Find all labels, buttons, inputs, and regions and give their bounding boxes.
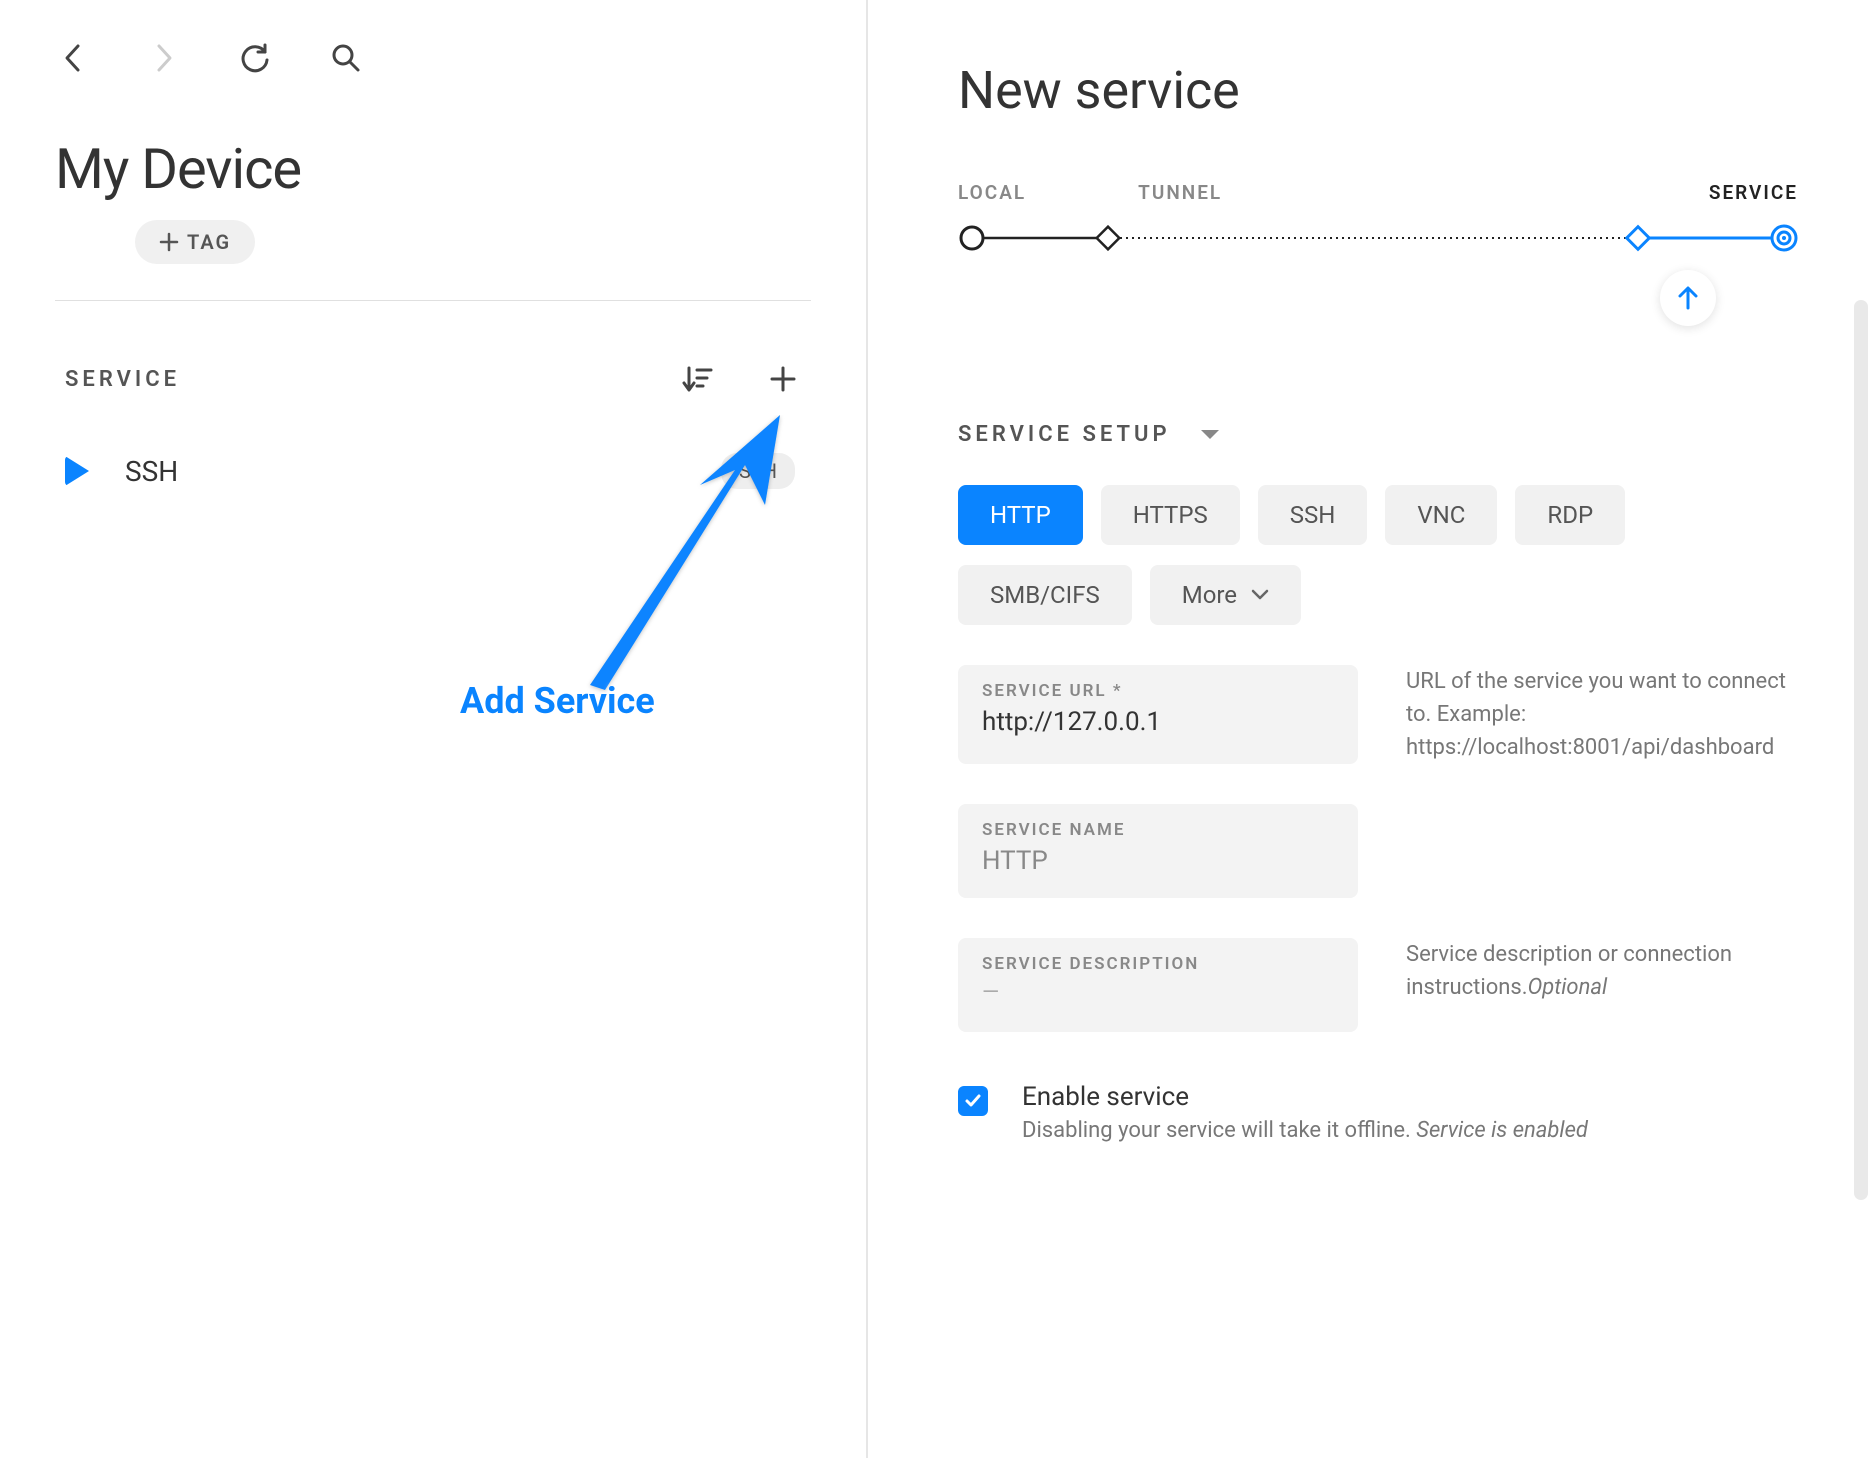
play-icon xyxy=(65,456,89,486)
sort-icon xyxy=(681,364,713,394)
progress-label-tunnel: TUNNEL xyxy=(1138,181,1222,204)
service-description-placeholder: — xyxy=(982,980,1334,1012)
service-name-input[interactable]: SERVICE NAME HTTP xyxy=(958,804,1358,898)
device-title: My Device xyxy=(55,136,811,202)
device-panel: My Device TAG SERVICE SSH SSH xyxy=(0,0,868,1458)
service-list-item[interactable]: SSH SSH xyxy=(55,445,811,497)
back-button[interactable] xyxy=(55,40,91,76)
service-url-value: http://127.0.0.1 xyxy=(982,707,1334,739)
add-service-button[interactable] xyxy=(765,361,801,397)
search-icon xyxy=(330,42,362,74)
protocol-option-http[interactable]: HTTP xyxy=(958,485,1083,545)
protocol-option-ssh[interactable]: SSH xyxy=(1258,485,1368,545)
enable-service-row: Enable service Disabling your service wi… xyxy=(958,1082,1798,1143)
divider xyxy=(55,300,811,301)
service-name-label: SERVICE NAME xyxy=(982,820,1334,840)
enable-service-title: Enable service xyxy=(1022,1082,1588,1112)
service-url-label: SERVICE URL * xyxy=(982,681,1334,701)
chevron-down-icon xyxy=(1199,428,1221,442)
protocol-picker: HTTP HTTPS SSH VNC RDP xyxy=(958,485,1798,545)
nav-toolbar xyxy=(55,40,811,76)
progress-track-icon xyxy=(958,224,1798,252)
service-url-helper: URL of the service you want to connect t… xyxy=(1406,665,1798,764)
scrollbar[interactable] xyxy=(1854,300,1868,1200)
section-header-label: SERVICE SETUP xyxy=(958,422,1171,447)
protocol-option-vnc[interactable]: VNC xyxy=(1385,485,1497,545)
new-service-panel: New service LOCAL TUNNEL SERVICE xyxy=(868,0,1868,1458)
annotation-label: Add Service xyxy=(460,680,655,722)
chevron-left-icon xyxy=(62,43,84,73)
enable-service-subtitle: Disabling your service will take it offl… xyxy=(1022,1118,1588,1143)
refresh-button[interactable] xyxy=(237,40,273,76)
arrow-up-icon xyxy=(1674,284,1702,312)
service-description-label: SERVICE DESCRIPTION xyxy=(982,954,1334,974)
plus-icon xyxy=(769,365,797,393)
progress-label-service: SERVICE xyxy=(1709,181,1798,204)
chevron-down-icon xyxy=(1251,589,1269,601)
tag-label: TAG xyxy=(187,230,231,254)
service-setup-header[interactable]: SERVICE SETUP xyxy=(958,422,1798,447)
protocol-option-https[interactable]: HTTPS xyxy=(1101,485,1240,545)
refresh-icon xyxy=(239,42,271,74)
enable-service-checkbox[interactable] xyxy=(958,1086,988,1116)
protocol-option-smbcifs[interactable]: SMB/CIFS xyxy=(958,565,1132,625)
service-type-badge: SSH xyxy=(721,453,795,489)
sort-button[interactable] xyxy=(679,361,715,397)
service-url-input[interactable]: SERVICE URL * http://127.0.0.1 xyxy=(958,665,1358,764)
service-header-label: SERVICE xyxy=(65,367,180,392)
page-title: New service xyxy=(958,60,1798,121)
service-item-name: SSH xyxy=(125,455,178,488)
forward-button[interactable] xyxy=(146,40,182,76)
search-button[interactable] xyxy=(328,40,364,76)
service-description-helper: Service description or connection instru… xyxy=(1406,938,1798,1032)
plus-icon xyxy=(159,232,179,252)
service-list-header: SERVICE xyxy=(55,361,811,397)
add-tag-button[interactable]: TAG xyxy=(135,220,255,264)
progress-label-local: LOCAL xyxy=(958,181,1026,204)
progress-stepper: LOCAL TUNNEL SERVICE xyxy=(958,181,1798,252)
protocol-option-rdp[interactable]: RDP xyxy=(1515,485,1625,545)
check-icon xyxy=(964,1092,982,1110)
service-description-input[interactable]: SERVICE DESCRIPTION — xyxy=(958,938,1358,1032)
protocol-more-label: More xyxy=(1182,581,1237,609)
service-name-placeholder: HTTP xyxy=(982,846,1334,878)
chevron-right-icon xyxy=(153,43,175,73)
scroll-to-top-button[interactable] xyxy=(1660,270,1716,326)
protocol-more-button[interactable]: More xyxy=(1150,565,1301,625)
